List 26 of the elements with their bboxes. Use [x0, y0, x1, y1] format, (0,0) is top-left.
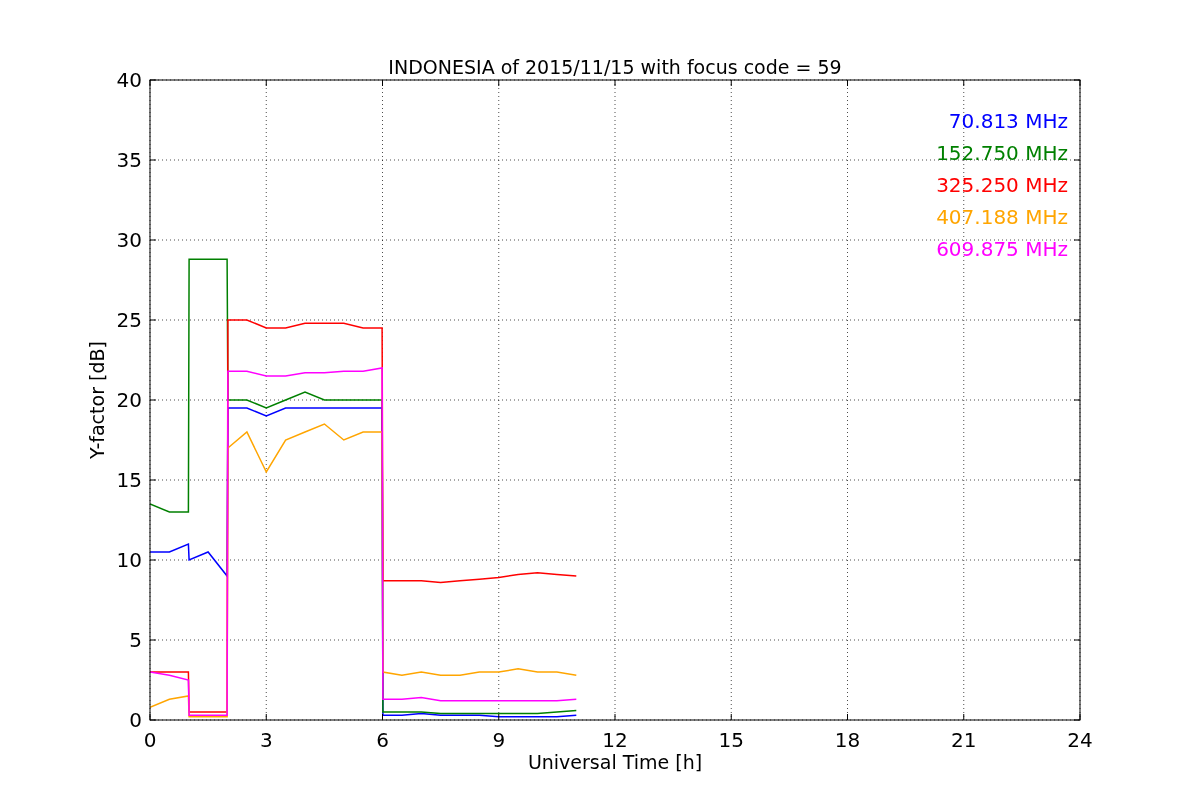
y-tick-label: 40: [116, 68, 142, 92]
y-tick-label: 20: [116, 388, 142, 412]
legend-label: 407.188 MHz: [936, 205, 1068, 229]
y-tick-label: 0: [129, 708, 142, 732]
x-tick-label: 24: [1067, 728, 1093, 752]
legend-label: 325.250 MHz: [936, 173, 1068, 197]
x-tick-label: 3: [259, 728, 273, 752]
legend-label: 70.813 MHz: [948, 109, 1068, 133]
x-tick-label: 15: [718, 728, 744, 752]
y-tick-label: 15: [116, 468, 142, 492]
y-tick-label: 30: [116, 228, 142, 252]
y-axis-label: Y-factor [dB]: [86, 341, 108, 459]
x-tick-label: 12: [602, 728, 628, 752]
y-tick-label: 5: [129, 628, 142, 652]
x-tick-label: 18: [834, 728, 861, 752]
x-tick-label: 9: [492, 728, 506, 752]
x-tick-label: 0: [143, 728, 157, 752]
y-tick-label: 25: [116, 308, 142, 332]
x-tick-label: 6: [376, 728, 389, 752]
chart-title: INDONESIA of 2015/11/15 with focus code = 59: [388, 56, 842, 78]
x-tick-label: 21: [951, 728, 977, 752]
legend-label: 609.875 MHz: [936, 237, 1068, 261]
y-tick-label: 35: [116, 148, 142, 172]
y-tick-label: 10: [116, 548, 142, 572]
x-axis-label: Universal Time [h]: [527, 751, 703, 773]
legend-label: 152.750 MHz: [936, 141, 1068, 165]
